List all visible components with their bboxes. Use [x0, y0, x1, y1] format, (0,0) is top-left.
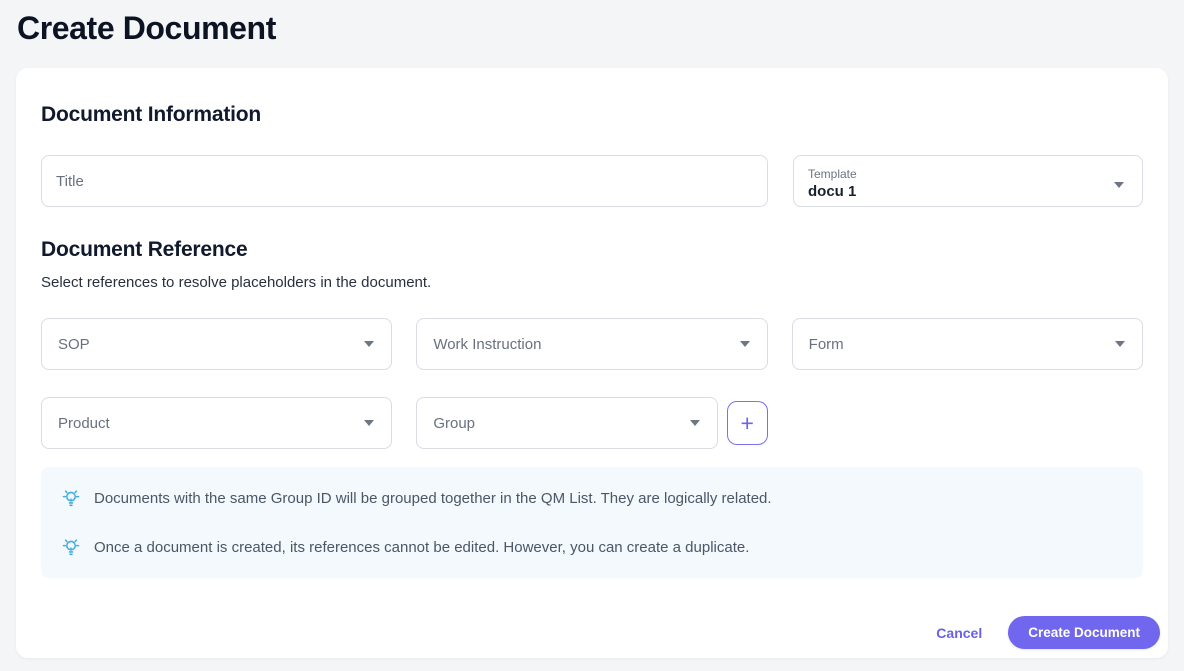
document-reference-grid: SOP Work Instruction Form Product Group … — [41, 318, 1143, 449]
template-select-value: docu 1 — [808, 182, 857, 202]
group-select[interactable]: Group — [416, 397, 717, 449]
title-input[interactable] — [41, 155, 768, 207]
product-select[interactable]: Product — [41, 397, 392, 449]
lightbulb-icon — [60, 536, 82, 558]
document-information-fields: Template docu 1 — [41, 155, 1143, 207]
work-instruction-select-placeholder: Work Instruction — [433, 336, 541, 353]
grid-empty-cell — [792, 397, 1143, 449]
form-select[interactable]: Form — [792, 318, 1143, 370]
tip-text: Documents with the same Group ID will be… — [94, 488, 772, 509]
sop-select[interactable]: SOP — [41, 318, 392, 370]
chevron-down-icon — [364, 341, 374, 347]
product-select-placeholder: Product — [58, 415, 110, 432]
chevron-down-icon — [1114, 182, 1124, 188]
form-select-placeholder: Form — [809, 336, 844, 353]
tips-box: Documents with the same Group ID will be… — [41, 467, 1143, 578]
document-reference-heading: Document Reference — [41, 237, 1143, 263]
cancel-button[interactable]: Cancel — [936, 625, 982, 641]
template-select-texts: Template docu 1 — [808, 167, 857, 202]
template-select-label: Template — [808, 167, 857, 182]
document-reference-description: Select references to resolve placeholder… — [41, 272, 1143, 294]
chevron-down-icon — [364, 420, 374, 426]
work-instruction-select[interactable]: Work Instruction — [416, 318, 767, 370]
tip-text: Once a document is created, its referenc… — [94, 537, 749, 558]
chevron-down-icon — [1115, 341, 1125, 347]
tip-row: Once a document is created, its referenc… — [60, 536, 1124, 558]
lightbulb-icon — [60, 487, 82, 509]
tip-row: Documents with the same Group ID will be… — [60, 487, 1124, 509]
chevron-down-icon — [740, 341, 750, 347]
page-title: Create Document — [0, 0, 1184, 48]
chevron-down-icon — [690, 420, 700, 426]
footer-actions: Cancel Create Document — [41, 616, 1160, 649]
sop-select-placeholder: SOP — [58, 336, 90, 353]
add-reference-button[interactable]: + — [727, 401, 768, 445]
template-select[interactable]: Template docu 1 — [793, 155, 1143, 207]
group-select-placeholder: Group — [433, 415, 475, 432]
group-select-cell: Group + — [416, 397, 767, 449]
create-document-card: Document Information Template docu 1 Doc… — [16, 68, 1168, 658]
document-information-heading: Document Information — [41, 102, 1143, 128]
create-document-button[interactable]: Create Document — [1008, 616, 1160, 649]
